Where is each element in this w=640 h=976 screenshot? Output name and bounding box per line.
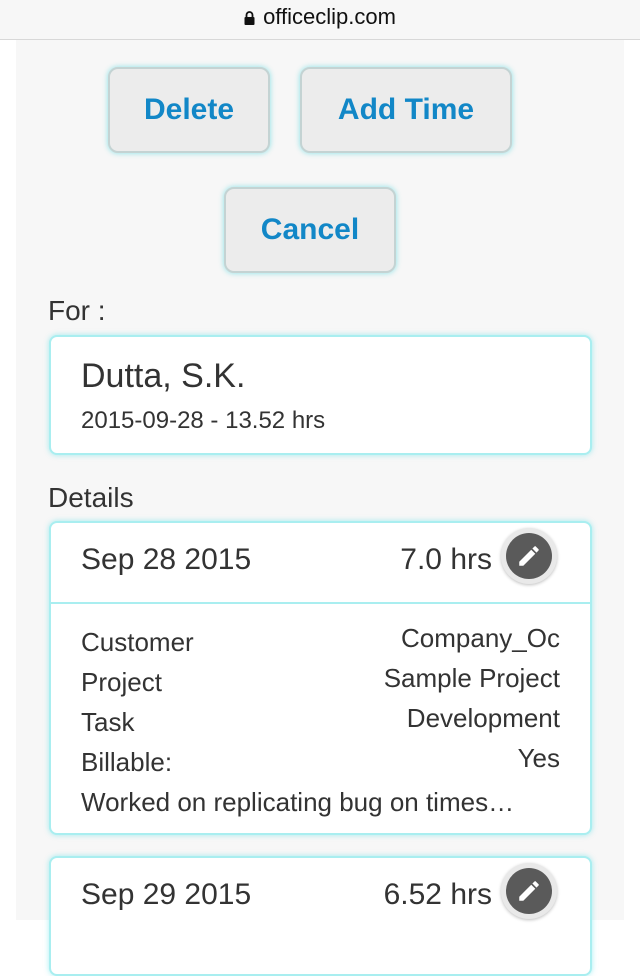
page-content: Delete Add Time Cancel For : Dutta, S.K.… [16,40,624,976]
entry-divider [51,602,590,604]
pencil-icon [506,868,552,914]
entry-date: Sep 28 2015 [81,543,252,576]
timesheet-summary: 2015-09-28 - 13.52 hrs [81,407,326,434]
employee-name: Dutta, S.K. [81,357,246,395]
browser-url: officeclip.com [263,3,396,29]
edit-entry-button[interactable] [501,863,557,919]
customer-label: Customer [81,627,194,657]
edit-entry-button[interactable] [501,528,557,584]
lock-icon [244,10,255,25]
delete-button[interactable]: Delete [108,67,270,153]
right-gutter [624,40,640,920]
for-card: Dutta, S.K. 2015-09-28 - 13.52 hrs [49,335,592,455]
for-label: For : [48,295,106,326]
entry-hours: 7.0 hrs [400,543,492,576]
entry-description: Worked on replicating bug on times… [81,787,515,817]
billable-value: Yes [517,743,560,773]
entry-hours: 6.52 hrs [383,878,492,911]
time-entry-card: Sep 28 2015 7.0 hrs Customer Company_Oc … [49,521,592,835]
pencil-icon [506,533,552,579]
project-value: Sample Project [383,663,560,693]
details-label: Details [48,482,134,513]
browser-address-bar[interactable]: officeclip.com [0,0,640,40]
add-time-button[interactable]: Add Time [300,67,512,153]
time-entry-card: Sep 29 2015 6.52 hrs [49,856,592,976]
customer-value: Company_Oc [401,623,560,653]
billable-label: Billable: [81,747,173,777]
entry-date: Sep 29 2015 [81,878,252,911]
task-label: Task [81,707,135,737]
task-value: Development [406,703,560,733]
project-label: Project [81,667,162,697]
left-gutter [0,40,16,920]
cancel-button[interactable]: Cancel [224,187,396,273]
